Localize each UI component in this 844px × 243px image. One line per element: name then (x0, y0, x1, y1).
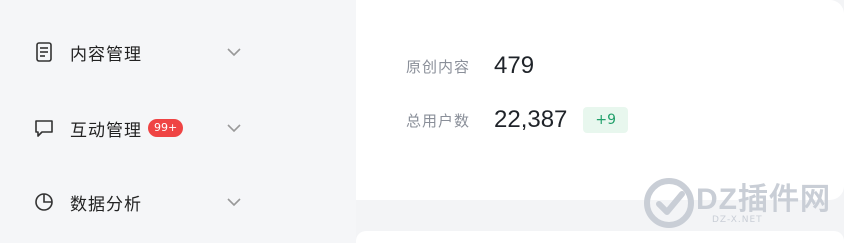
stat-value: 479 (494, 52, 535, 79)
sidebar-item-label: 互动管理 (70, 120, 142, 141)
next-card (356, 231, 844, 243)
watermark-brand: DZ插件网 (696, 183, 831, 216)
chevron-down-icon[interactable] (226, 194, 242, 210)
stat-original-content: 原创内容 479 (406, 52, 534, 80)
delta-badge: +9 (583, 107, 629, 133)
chevron-down-icon[interactable] (226, 44, 242, 60)
watermark-domain: DZ-X.NET (712, 215, 763, 225)
dz-logo-icon (642, 176, 696, 230)
document-icon (34, 42, 54, 62)
chevron-down-icon[interactable] (226, 120, 242, 136)
pie-chart-icon (34, 192, 54, 212)
stat-value: 22,387 (494, 106, 568, 133)
sidebar: 内容管理 互动管理 99+ 数据分析 (0, 0, 356, 243)
sidebar-item-content-management[interactable]: 内容管理 (34, 35, 246, 69)
stat-total-users: 总用户数 22,387 +9 (406, 106, 629, 134)
sidebar-item-label: 内容管理 (70, 44, 142, 65)
message-icon (34, 118, 54, 138)
notification-badge: 99+ (148, 119, 184, 137)
sidebar-item-data-analysis[interactable]: 数据分析 (34, 185, 246, 219)
sidebar-item-interaction-management[interactable]: 互动管理 99+ (34, 111, 246, 145)
stat-label: 总用户数 (406, 111, 471, 130)
watermark: DZ插件网 DZ-X.NET (642, 170, 832, 230)
stat-label: 原创内容 (406, 57, 471, 76)
sidebar-item-label: 数据分析 (70, 194, 142, 215)
